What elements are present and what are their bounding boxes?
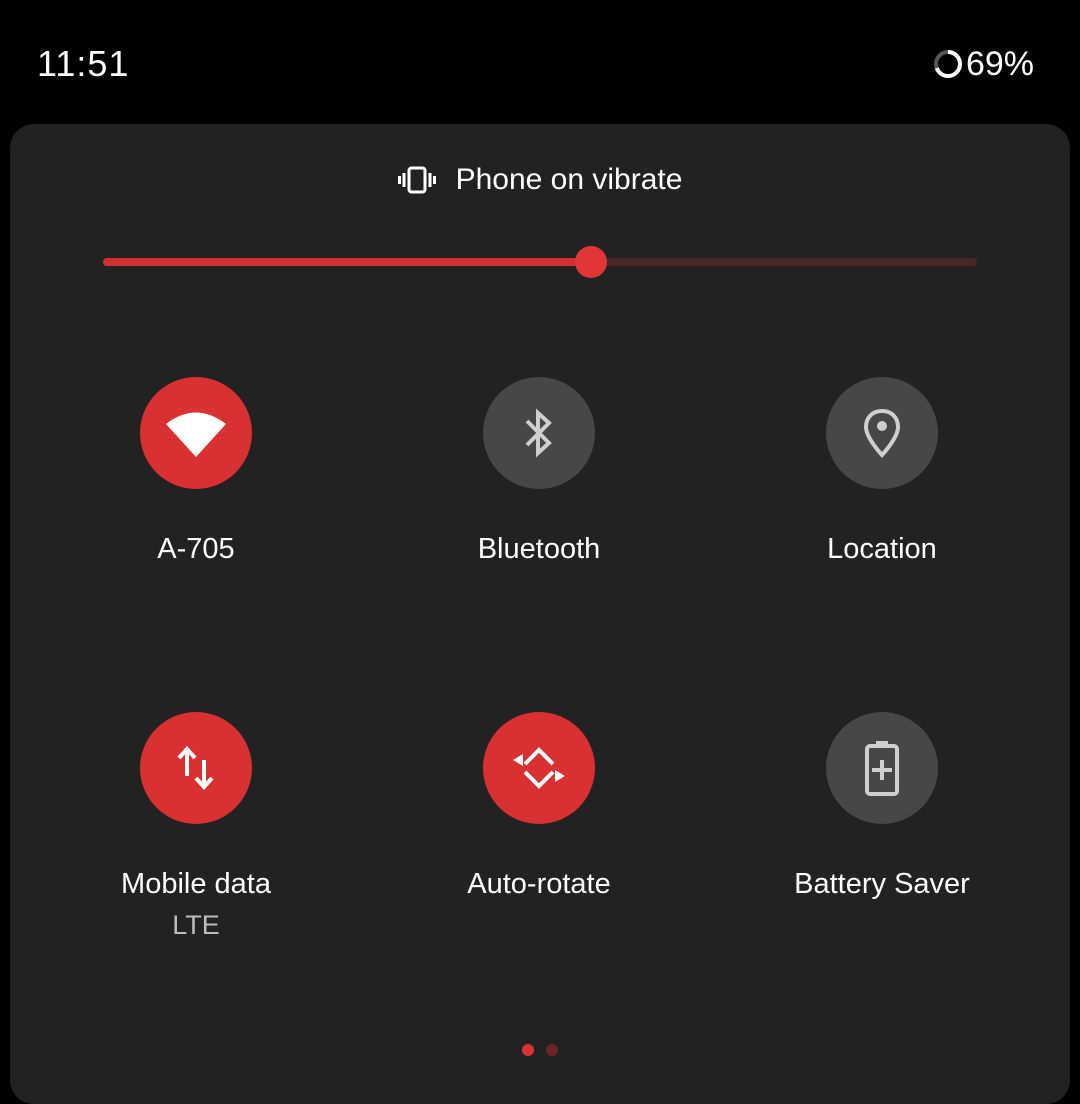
tile-location-button[interactable] (826, 377, 938, 489)
wifi-icon (166, 412, 226, 457)
tile-label: Bluetooth (477, 533, 601, 565)
slider-thumb[interactable] (575, 246, 607, 278)
tile-wifi[interactable]: A-705 (46, 377, 346, 567)
auto-rotate-icon (513, 747, 565, 789)
page-dot-inactive (546, 1044, 558, 1056)
tile-auto-rotate-button[interactable] (483, 712, 595, 824)
ringer-mode[interactable]: Phone on vibrate (0, 160, 1080, 200)
battery-indicator: 69% (932, 42, 1034, 86)
location-pin-icon (863, 408, 901, 458)
status-bar: 11:51 69% (0, 0, 1080, 124)
page-dot-active (522, 1044, 534, 1056)
tile-sublabel: LTE (172, 910, 220, 940)
tile-battery-saver-button[interactable] (826, 712, 938, 824)
mobile-data-arrows-icon (177, 745, 214, 791)
tile-battery-saver[interactable]: Battery Saver (732, 712, 1032, 902)
ringer-label: Phone on vibrate (455, 163, 683, 196)
battery-saver-icon (865, 741, 899, 796)
tile-label: Mobile data (121, 868, 271, 900)
bluetooth-icon (525, 408, 552, 458)
vibrate-icon (397, 166, 436, 194)
clock: 11:51 (37, 43, 130, 84)
tile-location[interactable]: Location (732, 377, 1032, 567)
tile-bluetooth-button[interactable] (483, 377, 595, 489)
tile-mobile-data[interactable]: Mobile data LTE (46, 712, 346, 942)
tile-label: Battery Saver (794, 868, 970, 900)
tile-bluetooth[interactable]: Bluetooth (389, 377, 689, 567)
slider-fill (103, 258, 591, 266)
battery-percent: 69% (965, 45, 1034, 83)
brightness-slider[interactable] (103, 242, 977, 282)
tile-mobile-data-button[interactable] (140, 712, 252, 824)
tile-wifi-button[interactable] (140, 377, 252, 489)
tile-auto-rotate[interactable]: Auto-rotate (389, 712, 689, 902)
battery-ring-icon (933, 50, 962, 78)
tile-label: Auto-rotate (467, 868, 611, 900)
tile-label: Location (827, 533, 937, 565)
tile-label: A-705 (157, 533, 235, 565)
page-indicator (0, 1044, 1080, 1056)
